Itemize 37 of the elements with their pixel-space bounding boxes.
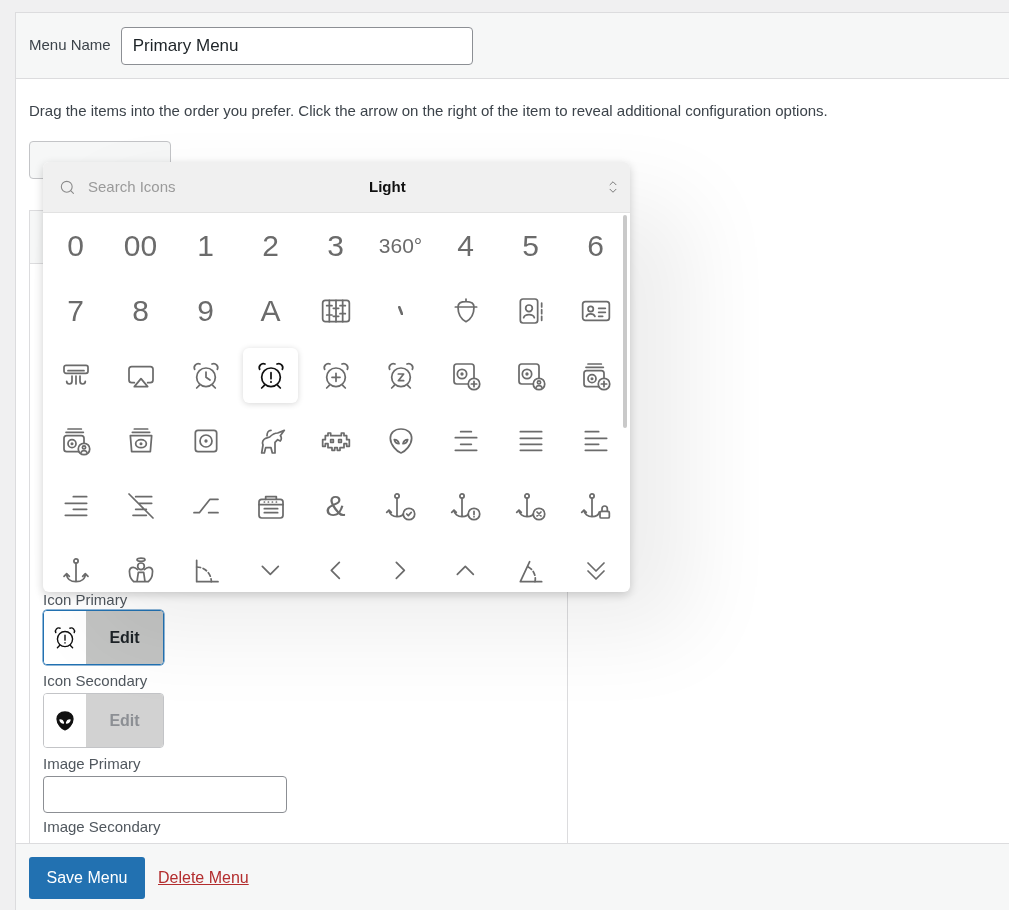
instructions-text: Drag the items into the order you prefer. Click the arrow on the right of the item to reveal additional configuration options.	[29, 101, 829, 121]
glyph-option[interactable]: 2	[243, 218, 298, 273]
search-field[interactable]: Search Icons	[78, 175, 288, 199]
chevron-left-icon	[330, 561, 341, 580]
chevron-down-icon	[261, 565, 280, 576]
field-label: Image Primary	[43, 754, 141, 774]
glyph-option[interactable]: 3	[308, 218, 363, 273]
glyph-option[interactable]: 4	[438, 218, 493, 273]
icon-option[interactable]	[243, 348, 298, 403]
chevron-right-icon	[395, 561, 406, 580]
save-menu-button[interactable]: Save Menu	[29, 856, 145, 899]
edit-button[interactable]: Edit	[86, 611, 163, 664]
style-select[interactable]: Light	[288, 167, 630, 207]
glyph-option[interactable]: 8	[113, 283, 168, 338]
field-label: Icon Primary	[43, 590, 128, 610]
icon-picker-control[interactable]: Edit	[43, 610, 164, 665]
chevron-up-icon	[456, 565, 475, 576]
alarm-alert-icon	[52, 624, 78, 651]
field-label: Image Secondary	[43, 817, 161, 837]
glyph-option[interactable]: A	[243, 283, 298, 338]
image-url-field[interactable]	[43, 776, 287, 813]
glyph-option[interactable]: 9	[178, 283, 233, 338]
apostrophe-icon	[397, 305, 404, 316]
delete-menu-link[interactable]: Delete Menu	[158, 865, 249, 890]
glyph-option[interactable]: 7	[48, 283, 103, 338]
glyph-option[interactable]: &	[308, 478, 363, 533]
glyph-option[interactable]: 00	[113, 218, 168, 273]
glyph-option[interactable]: 5	[503, 218, 558, 273]
menu-name-label: Menu Name	[29, 35, 111, 56]
field-label: Icon Secondary	[43, 671, 148, 691]
alien-icon	[53, 708, 77, 733]
glyph-option[interactable]: 6	[568, 218, 623, 273]
glyph-option[interactable]: 1	[178, 218, 233, 273]
glyph-option[interactable]: 0	[48, 218, 103, 273]
scrollbar[interactable]	[623, 215, 627, 428]
glyph-option[interactable]: 360°	[373, 218, 428, 273]
menu-name-field[interactable]: Primary Menu	[120, 26, 473, 65]
